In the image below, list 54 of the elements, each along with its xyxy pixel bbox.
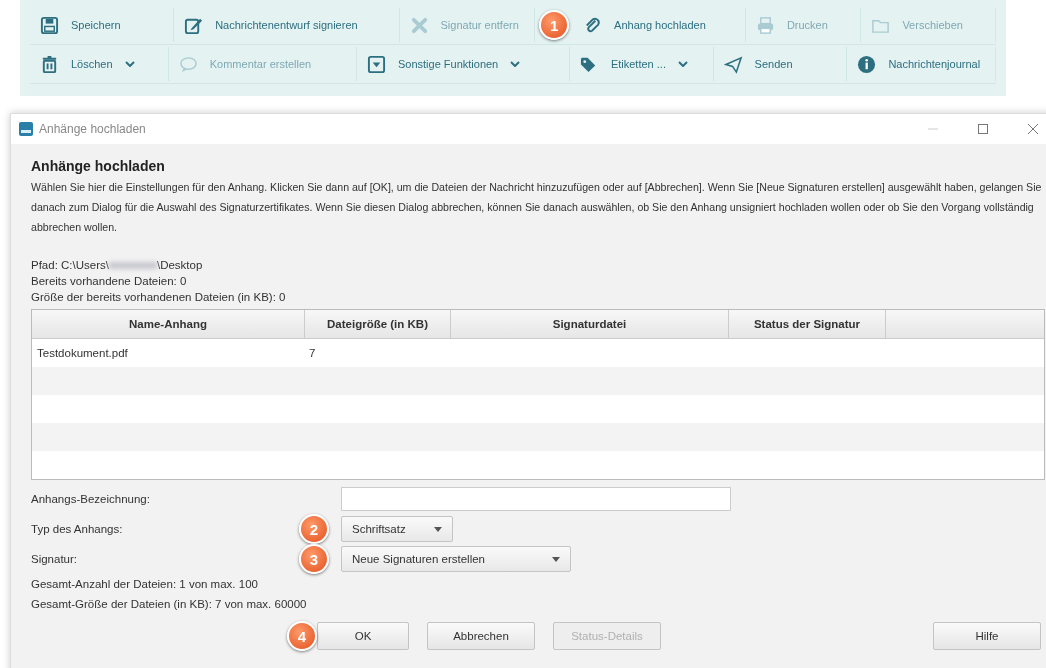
callout-badge: 3 [299,544,329,574]
toolbar-button[interactable]: Nachrichtenjournal [847,47,996,81]
dialog-button[interactable]: OK [317,622,409,650]
field-label: Typ des Anhangs: [31,523,123,535]
paper-plane-icon [723,54,743,74]
speech-bubble-icon [178,54,198,74]
summary-text: Gesamt-Größe der Dateien (in KB): 7 von max. 60000 [31,597,308,612]
column-header[interactable]: Name-Anhang [32,310,305,338]
path-text: Pfad: C:\Users\ [31,258,109,273]
redaction-mark [108,261,157,269]
callout-badge: 2 [299,514,329,544]
table-cell-text: 7 [308,346,317,361]
app-icon [19,122,33,136]
toolbar-button[interactable]: Etiketten ... [569,47,714,81]
chevron-down-icon [677,61,688,67]
chevron-down-icon [510,61,521,67]
info-text: Bereits vorhandene Dateien: 0 [31,274,188,289]
column-header[interactable]: Signaturdatei [451,310,729,338]
toolbar-button[interactable]: Speichern [30,8,175,42]
toolbar-button[interactable]: Sonstige Funktionen [356,47,570,81]
field-label: Anhangs-Bezeichnung: [31,493,150,505]
save-icon [40,15,59,35]
dropdown[interactable]: Schriftsatz [341,516,453,542]
field-label: Signatur: [31,553,78,565]
summary-text: Gesamt-Anzahl der Dateien: 1 von max. 100 [31,577,259,592]
table-cell-text: Testdokument.pdf [36,346,129,361]
info-icon [857,54,877,74]
callout-badge: 4 [287,621,317,651]
toolbar-button[interactable]: Nachrichtenentwurf signieren [174,8,400,42]
printer-icon [755,15,775,35]
chevron-down-icon [124,61,135,67]
window-title: Anhänge hochladen [39,122,146,136]
toolbar-button[interactable]: Anhang hochladen [573,8,746,42]
dialog-button[interactable]: Abbrechen [427,622,535,650]
dialog-button[interactable]: Hilfe [933,622,1041,650]
column-header[interactable]: Status der Signatur [729,310,886,338]
info-text: Größe der bereits vorhandenen Dateien (in KB): 0 [31,290,287,305]
cross-icon [409,15,429,35]
dropdown-box-icon [366,54,386,74]
dropdown[interactable]: Neue Signaturen erstellen [341,546,571,572]
trash-icon [40,54,59,74]
column-header[interactable]: Dateigröße (in KB) [305,310,451,338]
maximize-icon[interactable] [977,123,989,135]
input-field[interactable] [341,487,731,511]
close-icon[interactable] [1027,123,1039,135]
caret-icon [434,526,442,532]
toolbar-button[interactable]: Senden [713,47,848,81]
description-text: Wählen Sie hier die Einstellungen für den Anhang. Klicken Sie dann auf [OK], um die Dateien der Nachricht hinzuzufügen oder auf [Abbrechen]. Wenn Sie [Neue Signaturen erstellen] ausgewählt haben, gelangen Sie danach zum Dialog für die Auswahl des Signaturzertifikates. Wenn Sie diesen Dialog abbrechen, können Sie danach auswählen, ob Sie den Anhang unsigniert hochladen wollen oder ob Sie den Vorgang vollständig abbrechen wollen. [31,180,1043,235]
callout-badge: 1 [539,10,570,40]
path-text: \Desktop [156,258,203,273]
caret-icon [552,556,560,562]
dialog-heading: Anhänge hochladen [31,158,166,174]
toolbar-button[interactable]: Löschen [30,47,169,81]
paperclip-icon [583,15,603,35]
